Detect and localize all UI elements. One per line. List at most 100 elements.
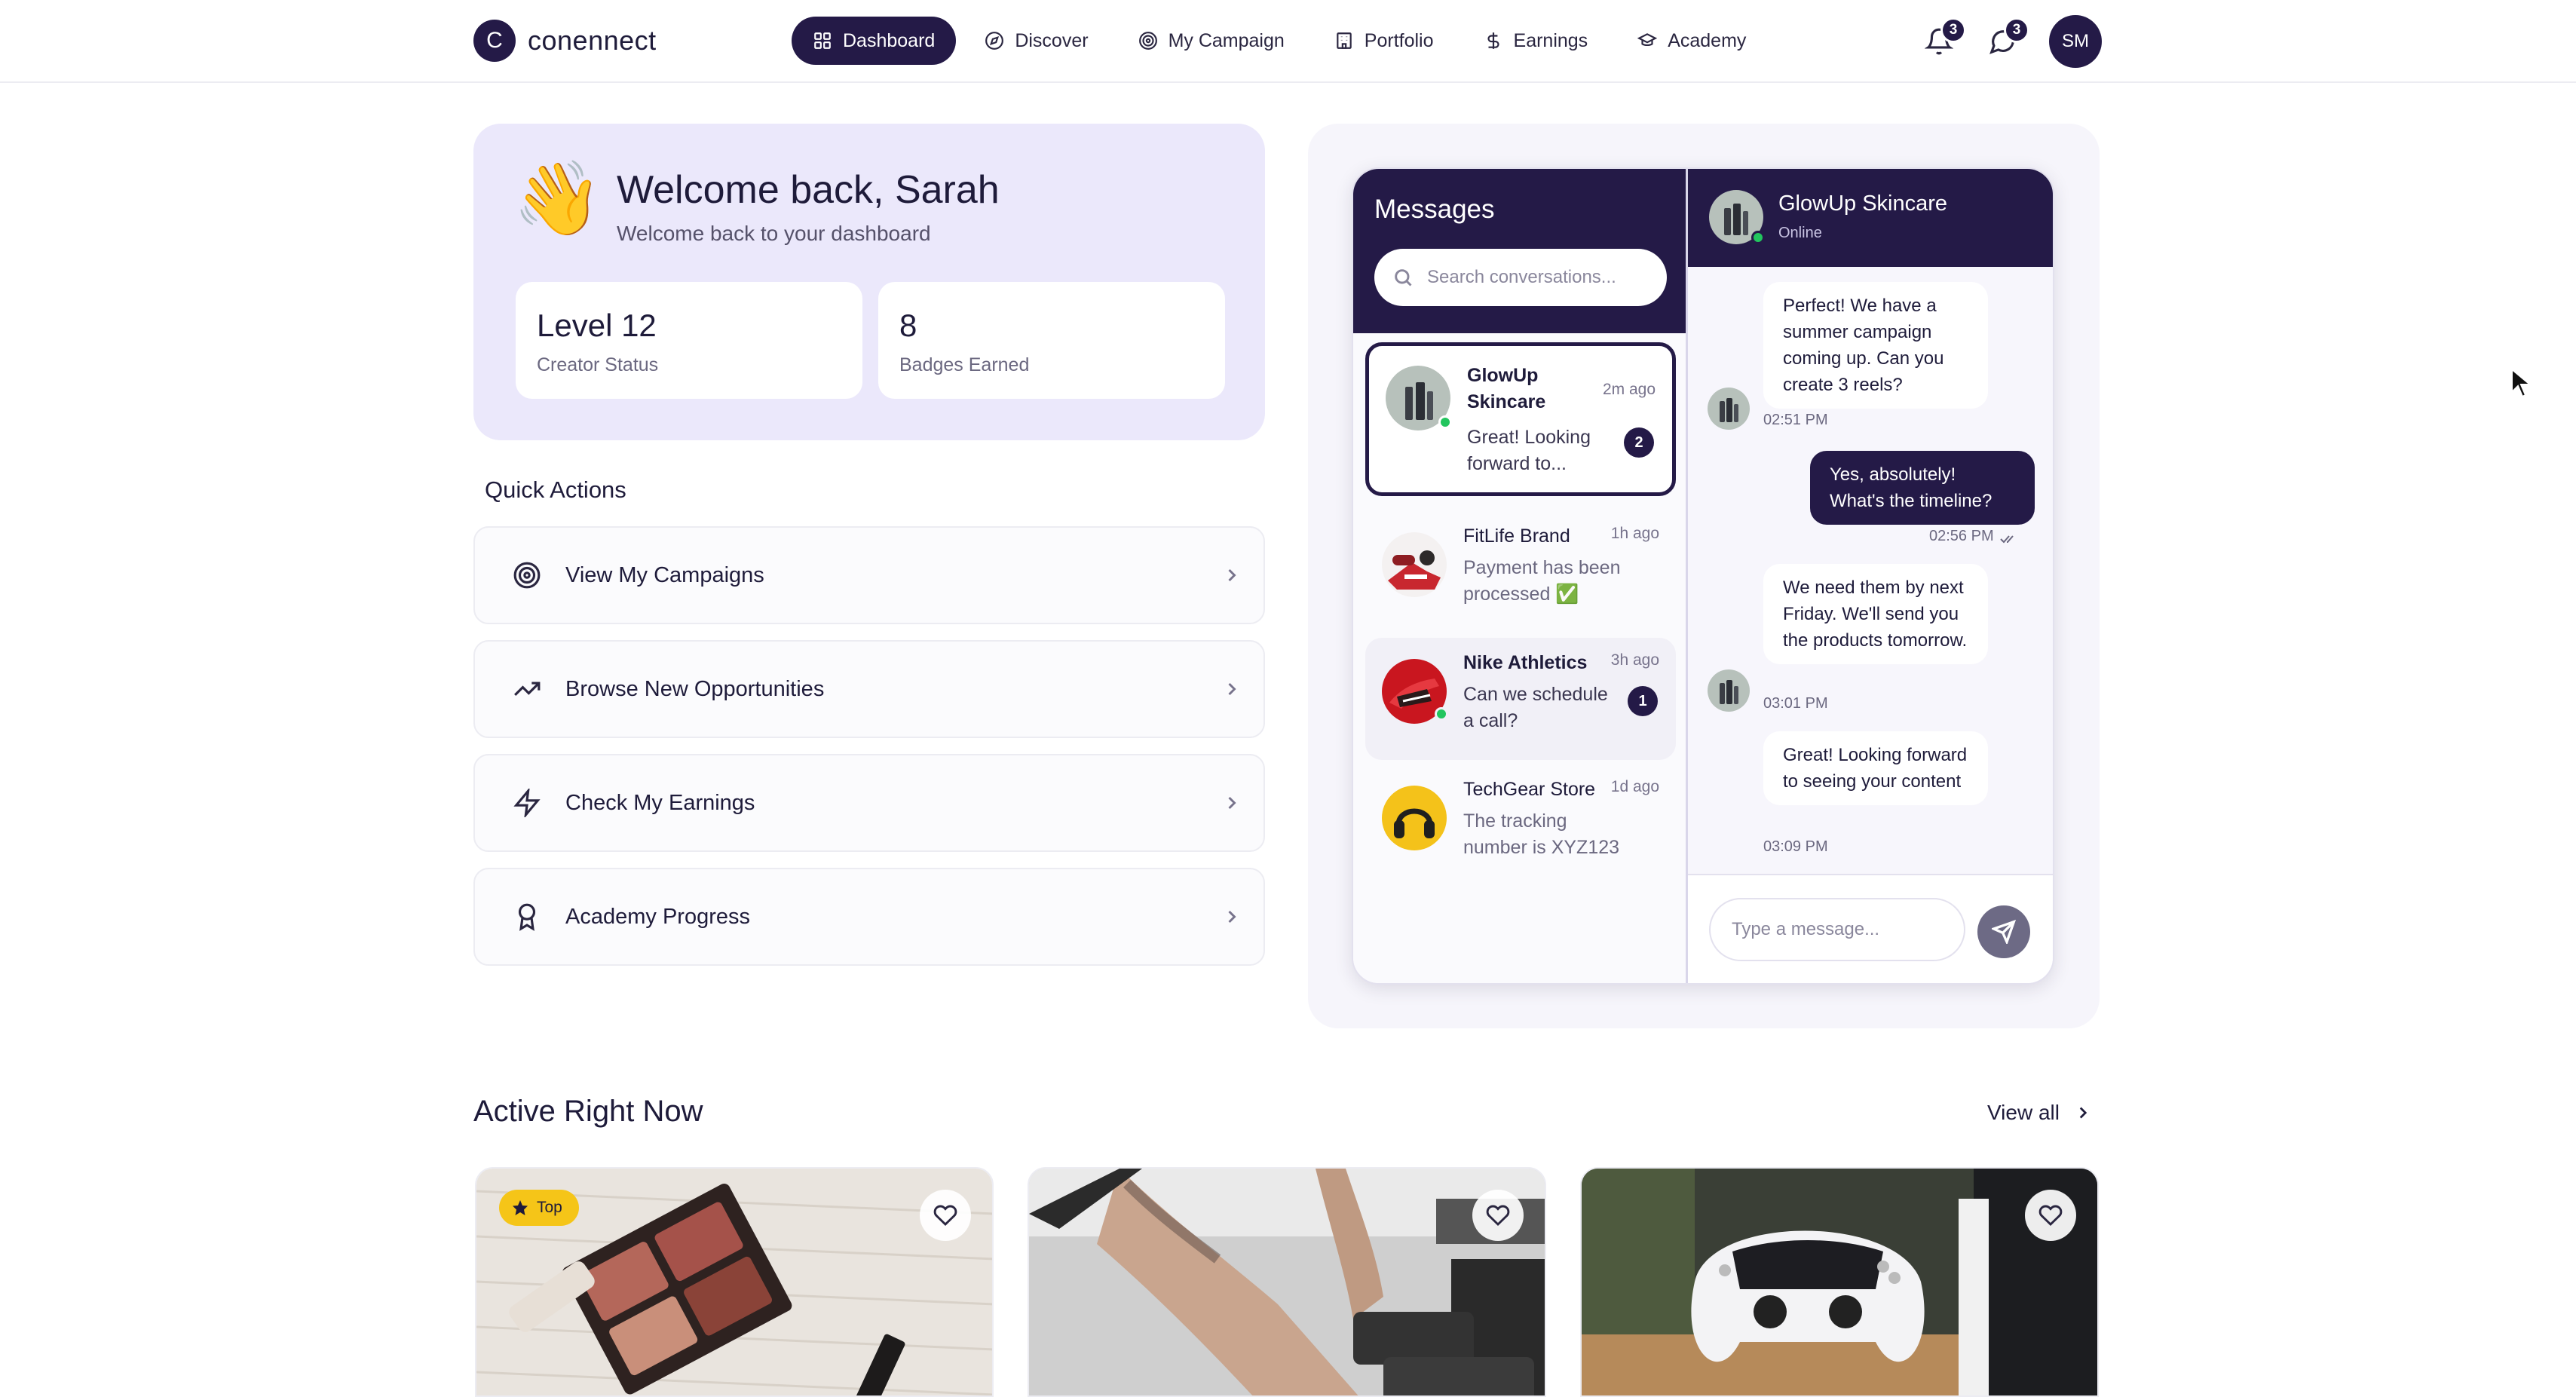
favorite-button[interactable] [2025,1190,2076,1241]
conversation-search[interactable] [1374,249,1667,306]
message-bubble-incoming: Great! Looking forward to seeing your co… [1763,731,1988,805]
message-input[interactable] [1709,898,1965,961]
building-icon [1337,32,1352,49]
gym-dumbbells-image [1029,1169,1545,1395]
welcome-card: 👋 Welcome back, Sarah Welcome back to yo… [473,124,1265,440]
messages-preview-panel: Messages GlowUp Skincare 2m ago Great! L… [1308,124,2100,1028]
nav-academy-label: Academy [1668,29,1747,51]
chevron-right-icon [1221,679,1242,700]
notifications-button[interactable]: 3 [1922,17,1966,58]
conversation-item[interactable]: FitLife Brand 1h ago Payment has been pr… [1365,511,1676,633]
messages-button[interactable]: 3 [1986,17,2029,58]
conversation-preview: Great! Looking forward to... [1467,427,1591,474]
nav-portfolio[interactable]: Portfolio [1313,17,1455,65]
quick-action-label: Browse New Opportunities [565,676,825,701]
conversation-item[interactable]: TechGear Store 1d ago The tracking numbe… [1365,764,1676,887]
techgear-avatar [1382,786,1447,850]
send-icon [1992,920,2016,944]
brand-name: conennect [528,25,657,56]
conversation-list-pane: Messages GlowUp Skincare 2m ago Great! L… [1353,169,1688,983]
favorite-button[interactable] [920,1190,971,1241]
quick-action-check-earnings[interactable]: Check My Earnings [473,754,1265,852]
mouse-cursor-icon [2511,368,2532,398]
nav-academy[interactable]: Academy [1616,17,1767,65]
view-all-label: View all [1987,1101,2060,1124]
conversation-preview: The tracking number is XYZ123 [1463,810,1620,858]
conversation-time: 3h ago [1610,651,1659,669]
message-time: 03:01 PM [1763,695,1828,712]
welcome-title: Welcome back, Sarah [617,168,1000,212]
notifications-count-badge: 3 [1940,17,1966,43]
conversation-list-header: Messages [1353,169,1686,333]
nav-discover[interactable]: Discover [963,17,1109,65]
trending-up-icon [513,675,541,703]
conversation-item[interactable]: GlowUp Skincare 2m ago Great! Looking fo… [1365,342,1676,496]
brand[interactable]: C conennect [473,20,657,62]
opportunity-card[interactable] [1028,1167,1546,1397]
chevron-right-icon [1221,792,1242,813]
main-nav: Dashboard Discover My Campaign Portfolio… [792,17,1775,65]
nav-my-campaign[interactable]: My Campaign [1117,17,1306,65]
quick-action-academy-progress[interactable]: Academy Progress [473,868,1265,966]
online-indicator [1438,415,1452,429]
chat-pane: GlowUp Skincare Online Perfect! We have … [1688,169,2053,983]
quick-action-view-campaigns[interactable]: View My Campaigns [473,526,1265,624]
quick-action-label: Check My Earnings [565,790,755,815]
award-icon [513,902,541,931]
message-time: 02:51 PM [1763,412,1828,428]
view-all-link[interactable]: View all [1987,1101,2093,1125]
waving-hand-emoji: 👋 [513,158,603,239]
conversation-preview: Can we schedule a call? [1463,684,1608,731]
nav-dashboard-label: Dashboard [843,29,936,51]
online-indicator [1751,231,1765,244]
stat-badges-earned: 8 Badges Earned [878,282,1225,399]
quick-action-label: Academy Progress [565,904,750,929]
nav-portfolio-label: Portfolio [1364,29,1434,51]
nav-earnings-label: Earnings [1513,29,1588,51]
messages-count-badge: 3 [2004,17,2029,43]
messages-title: Messages [1374,195,1495,224]
message-time-row: 02:56 PM [1929,528,2017,545]
sender-avatar [1708,388,1750,430]
nav-dashboard[interactable]: Dashboard [792,17,957,65]
conversation-name: GlowUp Skincare [1467,365,1546,412]
quick-action-browse-opportunities[interactable]: Browse New Opportunities [473,640,1265,738]
target-icon [513,561,541,590]
chat-contact-status: Online [1778,225,1822,241]
nav-actions: 3 3 SM [1922,15,2102,68]
dollar-icon [1487,32,1499,49]
stat-label: Creator Status [537,354,659,375]
chevron-right-icon [1221,565,1242,586]
top-navigation-bar: C conennect Dashboard Discover My Campai… [0,0,2576,83]
graduation-cap-icon [1637,33,1658,47]
stat-value: 8 [899,308,917,343]
game-controller-image [1582,1169,2097,1395]
conversation-item[interactable]: Nike Athletics 3h ago Can we schedule a … [1365,638,1676,760]
fitlife-avatar [1382,532,1447,597]
message-time: 03:09 PM [1763,838,1828,855]
stat-value: Level 12 [537,308,657,343]
user-avatar[interactable]: SM [2049,15,2102,68]
conversation-name: Nike Athletics [1463,652,1588,673]
online-indicator [1435,707,1448,721]
conversation-search-input[interactable] [1427,259,1653,296]
target-icon [1138,32,1157,50]
chevron-right-icon [1221,906,1242,927]
top-badge: Top [499,1190,579,1226]
message-bubble-outgoing: Yes, absolutely! What's the timeline? [1810,451,2035,525]
conversation-time: 1d ago [1610,778,1659,795]
conversation-time: 1h ago [1610,525,1659,542]
nav-earnings[interactable]: Earnings [1463,17,1610,65]
quick-action-label: View My Campaigns [565,562,764,587]
opportunity-card[interactable]: Top [475,1167,994,1397]
chat-header: GlowUp Skincare Online [1688,169,2053,267]
conversation-time: 2m ago [1602,381,1656,398]
nav-my-campaign-label: My Campaign [1168,29,1285,51]
zap-icon [513,787,541,819]
send-button[interactable] [1977,905,2030,958]
compass-icon [985,32,1004,50]
opportunity-card[interactable] [1580,1167,2099,1397]
search-icon [1395,269,1412,286]
favorite-button[interactable] [1472,1190,1524,1241]
sender-avatar [1708,669,1750,712]
